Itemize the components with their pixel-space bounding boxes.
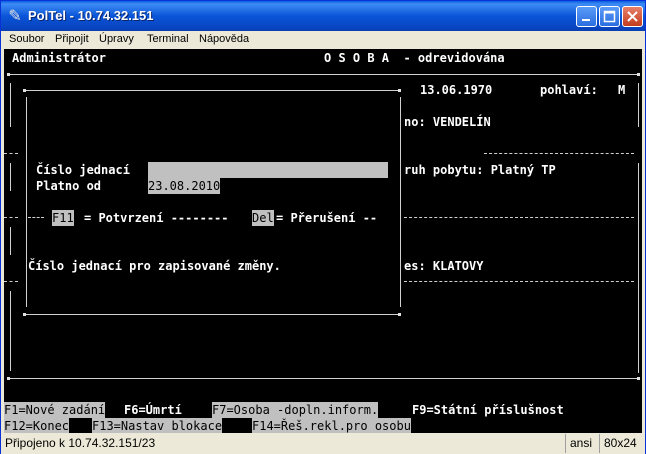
cancel-text: = Přerušení -- [276, 211, 378, 225]
fkey-f6[interactable]: F6=Úmrtí [124, 402, 182, 418]
dialog-frame-left [26, 97, 27, 307]
separator-line [4, 153, 18, 154]
valid-from-input[interactable]: 23.08.2010 [148, 178, 221, 194]
outer-frame-right [638, 83, 639, 127]
status-bar: Připojeno k 10.74.32.151/23 ansi 80x24 [1, 433, 645, 454]
minimize-button[interactable] [576, 6, 597, 27]
close-icon [627, 11, 638, 22]
outer-frame-left [10, 163, 11, 191]
sex-label: pohlaví: [540, 83, 598, 97]
fkey-f9[interactable]: F9=Státní příslušnost [412, 402, 564, 418]
del-key[interactable]: Del [252, 210, 274, 226]
dialog-frame-bottom [24, 314, 400, 315]
outer-frame-left [10, 291, 11, 371]
fkey-f7[interactable]: F7=Osoba -dopln.inform. [212, 402, 379, 418]
window-title: PolTel - 10.74.32.151 [28, 8, 154, 23]
sex-value: M [618, 83, 626, 97]
frame-corner [637, 73, 640, 76]
dialog-hint: Číslo jednací pro zapisované změny. [28, 259, 281, 273]
minimize-icon [582, 19, 590, 21]
birth-date: 13.06.1970 [420, 83, 493, 97]
separator-line [484, 153, 634, 154]
separator-line [404, 217, 634, 218]
outer-frame-right [638, 163, 639, 373]
outer-frame-left [10, 227, 11, 255]
dialog-frame-top [24, 90, 400, 91]
outer-frame-left [10, 83, 11, 127]
title-bar[interactable]: ✎ PolTel - 10.74.32.151 [1, 1, 645, 31]
frame-corner [7, 377, 10, 380]
fkey-f12[interactable]: F12=Konec [4, 418, 70, 433]
ref-number-input[interactable] [148, 162, 388, 178]
separator-line [4, 281, 18, 282]
frame-corner [23, 89, 26, 92]
user-label: Administrátor [12, 51, 106, 65]
separator-line [4, 217, 18, 218]
menu-napoveda[interactable]: Nápověda [199, 33, 249, 45]
residence-field: ruh pobytu: Platný TP [404, 163, 556, 177]
fkey-f1[interactable]: F1=Nové zadání [4, 402, 106, 418]
separator-line [28, 217, 44, 218]
district-field: es: KLATOVY [404, 259, 484, 273]
f11-key[interactable]: F11 [52, 210, 74, 226]
ref-number-label: Číslo jednací [36, 163, 130, 177]
close-button[interactable] [622, 6, 643, 27]
frame-corner [7, 73, 10, 76]
outer-frame-bottom [8, 378, 640, 379]
fkey-f13[interactable]: F13=Nastav blokace [92, 418, 223, 433]
menu-pripojit[interactable]: Připojit [55, 33, 89, 45]
screen-title: O S O B A - odrevidována [324, 51, 505, 65]
valid-from-label: Platno od [36, 179, 102, 193]
frame-corner [398, 313, 401, 316]
connection-status: Připojeno k 10.74.32.151/23 [5, 436, 156, 450]
frame-corner [398, 89, 401, 92]
encoding-status: ansi [565, 434, 596, 453]
frame-corner [23, 313, 26, 316]
maximize-icon [603, 10, 616, 23]
outer-frame-top [8, 74, 640, 75]
menu-upravy[interactable]: Úpravy [99, 33, 134, 45]
dialog-frame-right [400, 97, 401, 307]
fkey-f14[interactable]: F14=Řeš.rekl.pro osobu [252, 418, 411, 433]
name-field: no: VENDELÍN [404, 115, 491, 129]
menu-terminal[interactable]: Terminal [147, 33, 189, 45]
separator-line [404, 281, 634, 282]
menu-bar: Soubor Připojit Úpravy Terminal Nápověda [1, 31, 645, 49]
confirm-text: = Potvrzení -------- [84, 211, 229, 225]
app-window: ✎ PolTel - 10.74.32.151 Soubor Připojit … [0, 0, 646, 454]
frame-corner [637, 377, 640, 380]
terminal-size-status: 80x24 [599, 434, 641, 453]
menu-soubor[interactable]: Soubor [9, 33, 44, 45]
terminal-app-icon: ✎ [8, 6, 22, 25]
terminal-screen[interactable]: Administrátor O S O B A - odrevidována 1… [4, 49, 642, 433]
maximize-button[interactable] [599, 6, 620, 27]
